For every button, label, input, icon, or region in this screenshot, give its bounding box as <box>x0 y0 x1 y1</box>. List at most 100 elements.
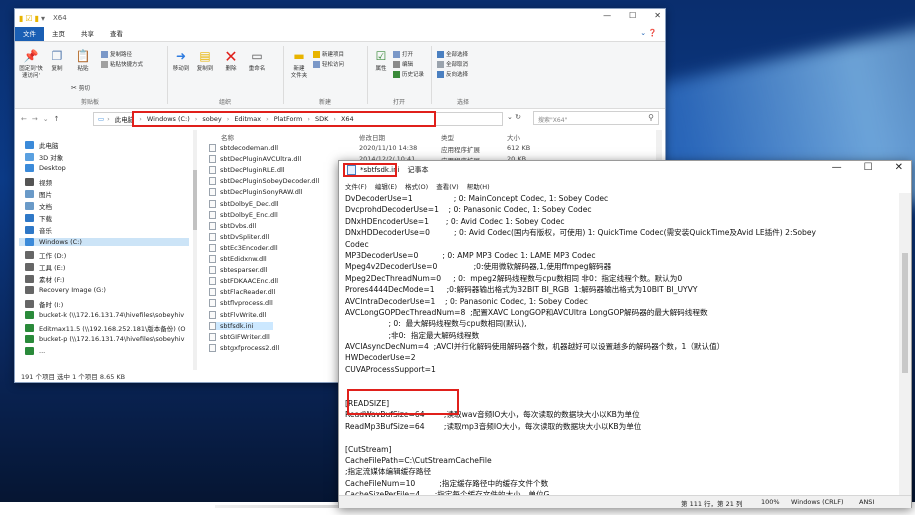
up-icon[interactable]: ↑ <box>54 115 60 123</box>
menu-view[interactable]: 查看(V) <box>436 181 459 191</box>
nav-item[interactable]: 此电脑 <box>25 140 59 150</box>
file-row[interactable]: sbtDecPluginSobeyDecoder.dll <box>209 177 320 186</box>
refresh-icon[interactable]: ⌄ ↻ <box>507 113 521 121</box>
file-row[interactable]: sbtDecPluginRLE.dll <box>209 166 285 175</box>
search-input[interactable]: 搜索"X64" ⚲ <box>533 111 659 125</box>
forward-icon[interactable]: → <box>32 115 38 123</box>
editor-scrollbar[interactable] <box>899 193 911 495</box>
tab-home[interactable]: 主页 <box>44 27 73 41</box>
nav-item[interactable]: Recovery Image (G:) <box>25 286 106 295</box>
invert-selection-button[interactable]: 反向选择 <box>437 70 468 78</box>
column-size[interactable]: 大小 <box>507 132 520 142</box>
paste-button[interactable]: 📋 粘贴 <box>71 48 95 73</box>
nav-item[interactable]: 工作 (D:) <box>25 250 66 260</box>
column-date[interactable]: 修改日期 <box>359 132 385 142</box>
nav-item[interactable]: 视频 <box>25 177 52 187</box>
cut-button[interactable]: ✂ 剪切 <box>71 84 90 92</box>
easy-access-button[interactable]: 轻松访问 <box>313 60 344 68</box>
chevron-down-icon[interactable]: ▾ <box>41 14 45 23</box>
new-folder-icon[interactable]: ▮ <box>35 14 39 23</box>
nav-item[interactable]: bucket-k (\\172.16.131.74\hivefiles\sobe… <box>25 310 184 319</box>
open-button[interactable]: 打开 <box>393 50 413 58</box>
file-row[interactable]: sbtDolbyE_Enc.dll <box>209 210 278 219</box>
nav-scrollbar[interactable] <box>193 130 197 370</box>
column-name[interactable]: 名称 <box>221 132 234 142</box>
nav-item[interactable]: Windows (C:) <box>19 237 189 246</box>
select-none-button[interactable]: 全部取消 <box>437 60 468 68</box>
invert-selection-icon <box>437 70 444 78</box>
encoding: ANSI <box>859 498 875 506</box>
nav-item[interactable]: 图片 <box>25 189 52 199</box>
nav-item[interactable]: bucket-p (\\172.16.131.74\hivefiles\sobe… <box>25 335 184 344</box>
file-row[interactable]: sbtDvSpliter.dll <box>209 232 269 241</box>
delete-button[interactable]: ✕ 删除 <box>219 48 243 73</box>
rename-button[interactable]: ▭ 重命名 <box>245 48 269 73</box>
file-row[interactable]: sbtfsdk.ini <box>209 321 274 330</box>
text-line: Mpeg4v2DecoderUse=0 ;0:使用微软解码器,1,使用ffmpe… <box>345 262 612 272</box>
drive-icon <box>25 263 34 271</box>
file-row[interactable]: sbtEc3Encoder.dll <box>209 243 278 252</box>
close-button[interactable]: ✕ <box>895 162 903 173</box>
nav-item[interactable]: 工具 (E:) <box>25 262 65 272</box>
file-name: sbtDecPluginSobeyDecoder.dll <box>220 177 320 186</box>
move-to-button[interactable]: ➜ 移动到 <box>169 48 193 73</box>
menu-edit[interactable]: 编辑(E) <box>375 181 397 191</box>
address-bar[interactable]: ▭ › 此电脑 › Windows (C:) › sobey › Editmax… <box>93 111 503 127</box>
close-button[interactable]: ✕ <box>654 11 661 20</box>
file-row[interactable]: sbtFDKAACEnc.dll <box>209 277 278 286</box>
maximize-button[interactable]: ☐ <box>629 11 636 20</box>
new-folder-button[interactable]: ▬ 新建 文件夹 <box>287 48 311 80</box>
nav-item[interactable]: Desktop <box>25 164 66 173</box>
file-row[interactable]: sbtDolbyE_Dec.dll <box>209 199 279 208</box>
maximize-button[interactable]: ☐ <box>864 162 873 173</box>
copy-button[interactable]: ❐ 复制 <box>45 48 69 73</box>
nav-item[interactable]: 素材 (F:) <box>25 274 65 284</box>
select-all-button[interactable]: 全部选择 <box>437 50 468 58</box>
paste-shortcut-button[interactable]: 粘贴快捷方式 <box>101 60 143 68</box>
nav-item[interactable]: 备时 (I:) <box>25 299 63 309</box>
copy-path-button[interactable]: 复制路径 <box>101 50 132 58</box>
minimize-button[interactable]: — <box>832 162 842 173</box>
nav-item-label: 3D 对象 <box>39 154 64 163</box>
help-icon[interactable]: ⌄ ❓ <box>640 29 657 37</box>
new-item-button[interactable]: 新建项目 <box>313 50 344 58</box>
nav-item[interactable]: 音乐 <box>25 225 52 235</box>
file-row[interactable]: sbtgxfprocess2.dll <box>209 343 279 352</box>
properties-button[interactable]: ☑ 属性 <box>369 48 393 73</box>
tab-view[interactable]: 查看 <box>102 27 131 41</box>
edit-button[interactable]: 编辑 <box>393 60 413 68</box>
file-row[interactable]: sbtDecPluginSonyRAW.dll <box>209 188 302 197</box>
properties-icon[interactable]: ☑ <box>25 14 32 23</box>
copy-to-button[interactable]: ▤ 复制到 <box>193 48 217 73</box>
nav-item[interactable]: Editmax11.5 (\\192.168.252.181\版本备份) (O <box>25 323 185 333</box>
pin-quick-access-button[interactable]: 📌 固定到'快 速访问' <box>19 48 43 80</box>
nav-item[interactable]: 下载 <box>25 213 52 223</box>
column-type[interactable]: 类型 <box>441 132 454 142</box>
file-icon <box>209 155 216 164</box>
file-row[interactable]: sbtFlacReader.dll <box>209 288 275 297</box>
menu-file[interactable]: 文件(F) <box>345 181 367 191</box>
nav-item[interactable]: ... <box>25 347 45 356</box>
nav-item-label: 音乐 <box>39 227 52 236</box>
chevron-down-icon[interactable]: ⌄ <box>43 115 49 123</box>
file-row[interactable]: sbtEdidxnw.dll <box>209 255 267 263</box>
nav-item[interactable]: 文档 <box>25 201 52 211</box>
file-row[interactable]: sbtflvprocess.dll <box>209 299 273 308</box>
file-row[interactable]: sbtDecPluginAVCUltra.dll <box>209 155 301 164</box>
tab-file[interactable]: 文件 <box>15 27 44 41</box>
tab-share[interactable]: 共享 <box>73 27 102 41</box>
file-row[interactable]: sbtGIFWriter.dll <box>209 332 270 341</box>
new-group: ▬ 新建 文件夹 新建项目 轻松访问 新建 <box>285 44 365 108</box>
nav-item[interactable]: 3D 对象 <box>25 152 63 162</box>
file-row[interactable]: sbtFlvWrite.dll <box>209 310 266 319</box>
menu-help[interactable]: 帮助(H) <box>467 181 490 191</box>
history-button[interactable]: 历史记录 <box>393 70 424 78</box>
text-editor[interactable]: DvDecoderUse=1 ; 0: MainConcept Codec, 1… <box>345 193 893 495</box>
menu-format[interactable]: 格式(O) <box>405 181 428 191</box>
file-row[interactable]: sbtdecodeman.dll <box>209 144 278 152</box>
file-row[interactable]: sbtesparser.dll <box>209 266 268 275</box>
minimize-button[interactable]: — <box>603 11 611 20</box>
file-row[interactable]: sbtDvbs.dll <box>209 221 256 230</box>
back-icon[interactable]: ← <box>21 115 27 123</box>
open-icon <box>393 50 400 58</box>
